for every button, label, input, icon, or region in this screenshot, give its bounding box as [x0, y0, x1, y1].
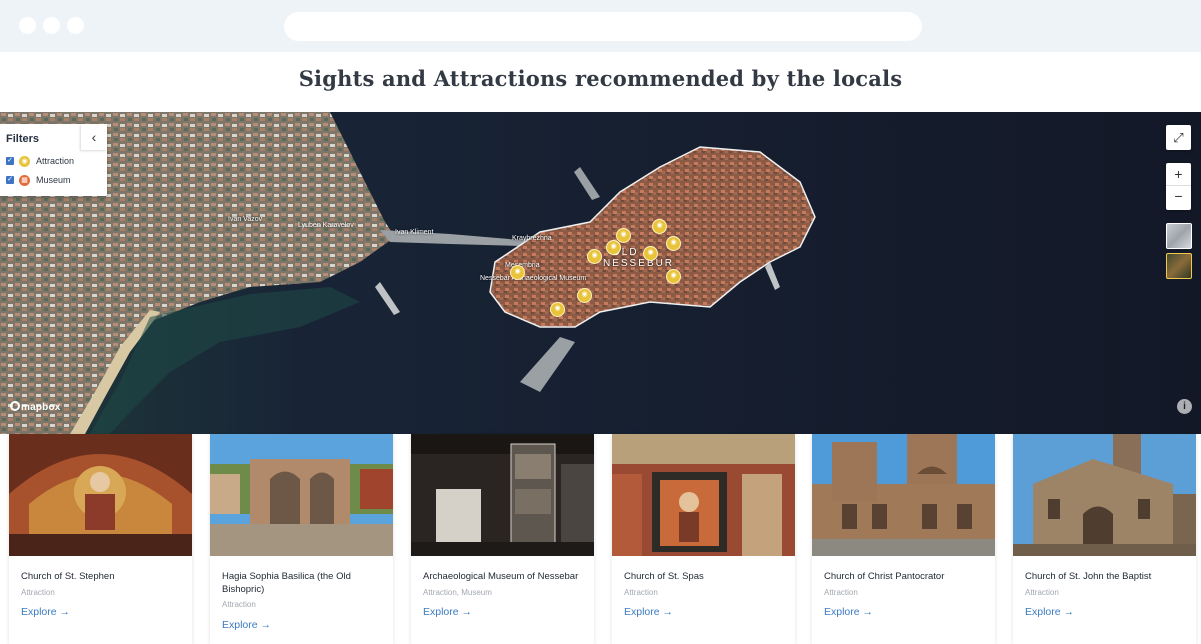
filter-item-museum[interactable]: ✓ ▦ Museum	[6, 173, 71, 187]
zoom-out-button[interactable]: −	[1166, 186, 1191, 209]
map-marker[interactable]: ◉	[550, 302, 565, 317]
card-title[interactable]: Church of St. Spas	[624, 570, 784, 583]
window-close-dot[interactable]	[19, 17, 36, 34]
map-label-archaeological-museum: Nessebar Archaeological Museum	[480, 275, 587, 282]
fullscreen-button[interactable]: ⤢	[1166, 125, 1191, 150]
card-title[interactable]: Church of St. John the Baptist	[1025, 570, 1185, 583]
map-label-ivan-kliment: Ivan Kliment	[395, 229, 434, 236]
satellite-layer-toggle[interactable]	[1166, 253, 1192, 279]
filters-panel: Filters ‹ ✓ ◉ Attraction ✓ ▦ Museum	[0, 124, 107, 196]
address-bar[interactable]	[284, 12, 922, 41]
card-category: Attraction, Museum	[423, 588, 492, 597]
map-marker[interactable]: ◉	[643, 246, 658, 261]
map-label-nessebur: NESSEBUR	[603, 258, 675, 269]
map-marker[interactable]: ◉	[652, 219, 667, 234]
map-marker[interactable]: ◉	[666, 269, 681, 284]
browser-chrome	[0, 0, 1201, 52]
chevron-left-icon: ‹	[91, 129, 97, 145]
card-title[interactable]: Church of Christ Pantocrator	[824, 570, 984, 583]
attraction-card[interactable]: Church of St. Stephen Attraction Explore…	[9, 434, 192, 644]
card-image	[210, 434, 393, 556]
filters-title: Filters	[6, 133, 40, 145]
map-label-kraybrezhna: Kraybrezhna	[512, 235, 552, 242]
explore-link[interactable]: Explore →	[624, 606, 673, 618]
museum-icon: ▦	[19, 174, 30, 186]
card-category: Attraction	[1025, 588, 1059, 597]
card-title[interactable]: Archaeological Museum of Nessebar	[423, 570, 583, 583]
filter-item-attraction[interactable]: ✓ ◉ Attraction	[6, 154, 74, 168]
filters-collapse-button[interactable]: ‹	[81, 124, 107, 150]
mapbox-icon	[10, 401, 20, 411]
expand-icon: ⤢	[1173, 130, 1184, 145]
map-label-lyuben-karavelov: Lyuben Karavelov	[298, 222, 354, 229]
filter-label: Museum	[36, 175, 71, 185]
map-marker[interactable]: ◉	[577, 288, 592, 303]
attraction-card[interactable]: Church of St. John the Baptist Attractio…	[1013, 434, 1196, 644]
attraction-card[interactable]: Hagia Sophia Basilica (the Old Bishopric…	[210, 434, 393, 644]
mapbox-logo[interactable]: mapbox	[10, 401, 61, 413]
map-marker[interactable]: ◉	[510, 265, 525, 280]
explore-link[interactable]: Explore →	[21, 606, 70, 618]
window-minimize-dot[interactable]	[43, 17, 60, 34]
checkbox[interactable]: ✓	[6, 157, 14, 165]
card-title[interactable]: Hagia Sophia Basilica (the Old Bishopric…	[222, 570, 382, 596]
satellite-map-image	[0, 112, 1201, 434]
map-label-ivan-vazov: Ivan Vazov	[228, 216, 263, 223]
zoom-in-button[interactable]: +	[1166, 163, 1191, 186]
card-image	[812, 434, 995, 556]
zoom-control: + −	[1166, 163, 1191, 210]
street-layer-toggle[interactable]	[1166, 223, 1192, 249]
card-category: Attraction	[222, 600, 256, 609]
camera-icon: ◉	[19, 155, 30, 167]
explore-link[interactable]: Explore →	[222, 619, 271, 631]
map-marker[interactable]: ◉	[666, 236, 681, 251]
card-category: Attraction	[624, 588, 658, 597]
map-marker[interactable]: ◉	[606, 240, 621, 255]
attraction-card[interactable]: Archaeological Museum of Nessebar Attrac…	[411, 434, 594, 644]
card-title[interactable]: Church of St. Stephen	[21, 570, 181, 583]
explore-link[interactable]: Explore →	[1025, 606, 1074, 618]
map-view[interactable]: OLD NESSEBUR Ivan Vazov Lyuben Karavelov…	[0, 112, 1201, 434]
map-marker[interactable]: ◉	[587, 249, 602, 264]
card-image	[411, 434, 594, 556]
explore-link[interactable]: Explore →	[423, 606, 472, 618]
card-category: Attraction	[824, 588, 858, 597]
attraction-card[interactable]: Church of Christ Pantocrator Attraction …	[812, 434, 995, 644]
card-image	[612, 434, 795, 556]
page-title: Sights and Attractions recommended by th…	[298, 66, 903, 91]
card-category: Attraction	[21, 588, 55, 597]
filter-label: Attraction	[36, 156, 75, 166]
card-image	[1013, 434, 1196, 556]
attribution-info-button[interactable]: i	[1177, 399, 1192, 414]
explore-link[interactable]: Explore →	[824, 606, 873, 618]
card-image	[9, 434, 192, 556]
window-maximize-dot[interactable]	[67, 17, 84, 34]
attraction-card[interactable]: Church of St. Spas Attraction Explore →	[612, 434, 795, 644]
checkbox[interactable]: ✓	[6, 176, 14, 184]
